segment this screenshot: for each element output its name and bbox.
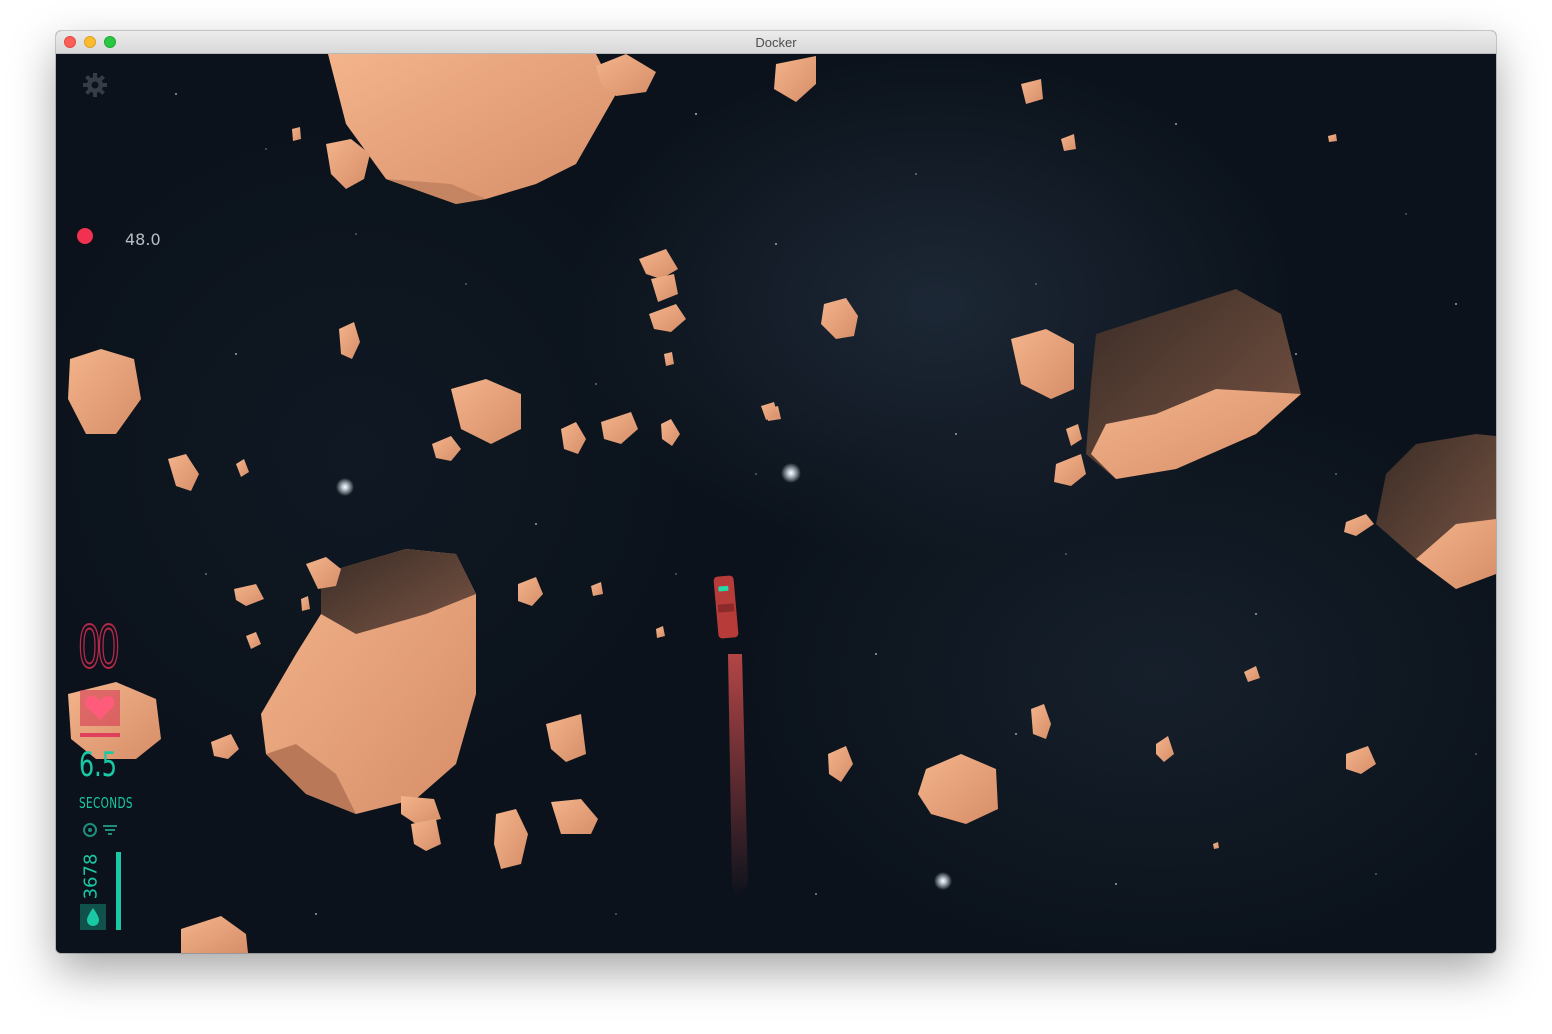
heart-icon (85, 696, 115, 720)
filter-icon (103, 825, 117, 835)
droplet-icon (87, 908, 99, 926)
fuel-bar (116, 852, 121, 930)
large-asteroid-right-mid (1086, 289, 1301, 479)
health-bar (80, 733, 120, 737)
gear-icon[interactable] (82, 72, 108, 98)
status-icons (82, 822, 120, 838)
timer-label: SECONDS (79, 794, 133, 812)
record-indicator (77, 228, 93, 244)
spaceship[interactable] (713, 575, 748, 899)
large-asteroid-top (328, 54, 616, 204)
health-panel (80, 690, 120, 726)
timer-value: 6.5 (79, 745, 117, 785)
record-value: 48.0 (125, 230, 161, 249)
space-scene (68, 54, 1496, 953)
fuel-value: 3678 (80, 853, 102, 900)
target-icon (83, 823, 97, 837)
hull-counter: 00 (77, 613, 120, 681)
title-bar[interactable]: Docker (56, 31, 1496, 54)
fuel-panel (80, 904, 106, 930)
window-title: Docker (755, 35, 797, 50)
small-asteroids (68, 54, 1376, 953)
large-asteroid-right-edge (1376, 434, 1496, 589)
large-asteroid-left (261, 549, 476, 814)
app-window: Docker 48.0 00 6.5 SECONDS 3678 (56, 31, 1496, 953)
game-viewport[interactable]: 48.0 00 6.5 SECONDS 3678 (56, 54, 1496, 953)
